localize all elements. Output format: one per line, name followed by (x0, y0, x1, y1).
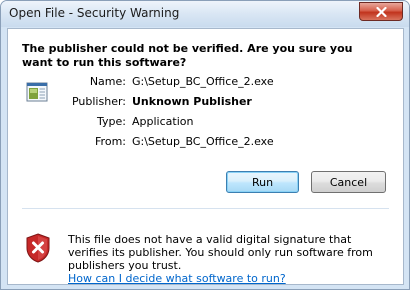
window-title: Open File - Security Warning (9, 6, 180, 20)
title-bar[interactable]: Open File - Security Warning (1, 1, 409, 27)
name-row: Name: G:\Setup_BC_Office_2.exe (8, 75, 403, 91)
close-button[interactable] (359, 2, 403, 21)
from-row: From: G:\Setup_BC_Office_2.exe (8, 135, 403, 151)
publisher-value: Unknown Publisher (132, 95, 252, 108)
from-label: From: (95, 135, 126, 148)
warning-text: This file does not have a valid digital … (68, 233, 373, 272)
run-button[interactable]: Run (226, 171, 299, 193)
shield-warning-icon (26, 233, 50, 263)
warning-message: This file does not have a valid digital … (68, 233, 388, 285)
cancel-button[interactable]: Cancel (311, 171, 386, 193)
warning-footer: This file does not have a valid digital … (8, 209, 403, 285)
type-label: Type: (97, 115, 126, 128)
publisher-label: Publisher: (71, 95, 126, 108)
name-label: Name: (89, 75, 126, 88)
type-row: Type: Application (8, 115, 403, 131)
publisher-row: Publisher: Unknown Publisher (8, 95, 403, 111)
from-value: G:\Setup_BC_Office_2.exe (132, 135, 274, 148)
warning-heading: The publisher could not be verified. Are… (22, 42, 353, 69)
security-warning-dialog: Open File - Security Warning The publish… (0, 0, 410, 290)
close-icon (375, 6, 387, 17)
type-value: Application (132, 115, 194, 128)
help-link[interactable]: How can I decide what software to run? (68, 272, 286, 285)
dialog-content: The publisher could not be verified. Are… (7, 28, 404, 285)
name-value: G:\Setup_BC_Office_2.exe (132, 75, 274, 88)
